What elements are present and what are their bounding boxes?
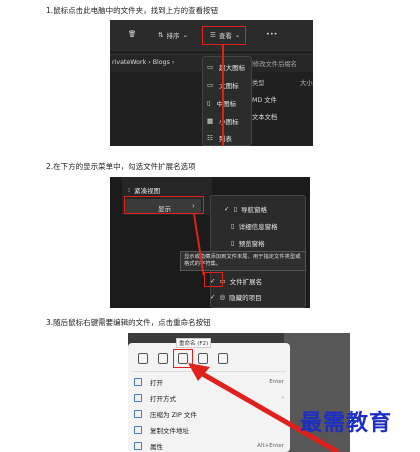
menu-item-extra-large[interactable]: ▭ 超大图标: [207, 60, 245, 74]
screenshot-view-menu: 🗑 ⇅ 排序 ⌄ ☰ 查看 ⌄ ••• rivateWork › Blogs ›…: [110, 20, 313, 146]
check-icon: ✓: [224, 205, 230, 213]
open-icon: [134, 377, 142, 386]
step-3-text: 3.随后鼠标右键需要编辑的文件，点击重命名按钮: [46, 318, 211, 327]
copy-icon[interactable]: [158, 353, 168, 364]
sort-icon: ⇅: [158, 31, 164, 39]
rename-tooltip: 重命名 (F2): [176, 338, 212, 348]
monitor-icon: ▭: [207, 81, 214, 89]
submenu-item-nav-pane[interactable]: ✓ ▯ 导航窗格: [224, 204, 267, 214]
more-button[interactable]: •••: [266, 30, 278, 38]
monitor-small-icon: ▯: [207, 99, 211, 107]
copy-path-icon: [134, 425, 142, 434]
zip-icon: [134, 409, 142, 418]
address-path: rivateWork › Blogs ›: [112, 59, 175, 66]
arrow-line: [222, 45, 224, 146]
step-1-text: 1.鼠标点击此电脑中的文件夹，找到上方的查看按钮: [46, 6, 219, 15]
screenshot-show-menu: ⁝ 紧凑视图 显示 › ✓ ▯ 导航窗格 ▯ 详细信息窗格 ▯ 预览窗格 显示或…: [110, 177, 310, 308]
eye-icon: ◎: [219, 293, 226, 301]
highlight-box: [202, 26, 246, 45]
compact-icon: ⁝: [128, 186, 131, 194]
sort-button[interactable]: ⇅ 排序 ⌄: [158, 30, 188, 40]
submenu-item-hidden-items[interactable]: ✓ ◎ 隐藏的项目: [210, 292, 262, 302]
monitor-icon: ▭: [207, 63, 214, 71]
menu-item-list[interactable]: ☷ 列表: [207, 131, 232, 145]
watermark: 最需教育: [300, 410, 393, 436]
cut-icon[interactable]: [138, 353, 148, 364]
list-icon: ☷: [207, 134, 213, 142]
submenu-item-preview-pane[interactable]: ▯ 预览窗格: [231, 238, 265, 248]
highlight-box: [204, 272, 223, 287]
chevron-down-icon: ⌄: [182, 31, 188, 39]
file-type-cell: 文本文档: [252, 114, 278, 121]
column-type[interactable]: 类型: [252, 78, 265, 87]
check-icon: ✓: [210, 293, 216, 301]
submenu-item-details-pane[interactable]: ▯ 详细信息窗格: [231, 221, 278, 231]
column-size[interactable]: 大小: [300, 78, 313, 87]
file-type-cell: MD 文件: [252, 97, 277, 104]
pane-icon: ▯: [231, 222, 235, 230]
delete-icon[interactable]: 🗑: [128, 30, 136, 38]
step-2-text: 2.在下方的显示菜单中，勾选文件扩展名选项: [46, 162, 196, 171]
open-with-icon: [134, 393, 142, 402]
compact-view-item[interactable]: ⁝ 紧凑视图: [128, 185, 160, 195]
view-dropdown-menu: ▭ 超大图标 ▭ 大图标 ▯ 中图标 ▦ 小图标 ☷ 列表: [202, 56, 252, 146]
properties-icon: [134, 441, 142, 450]
pane-icon: ▯: [231, 239, 235, 247]
pane-icon: ▯: [233, 205, 238, 213]
highlight-box: [124, 196, 204, 214]
grid-icon: ▦: [207, 117, 214, 125]
